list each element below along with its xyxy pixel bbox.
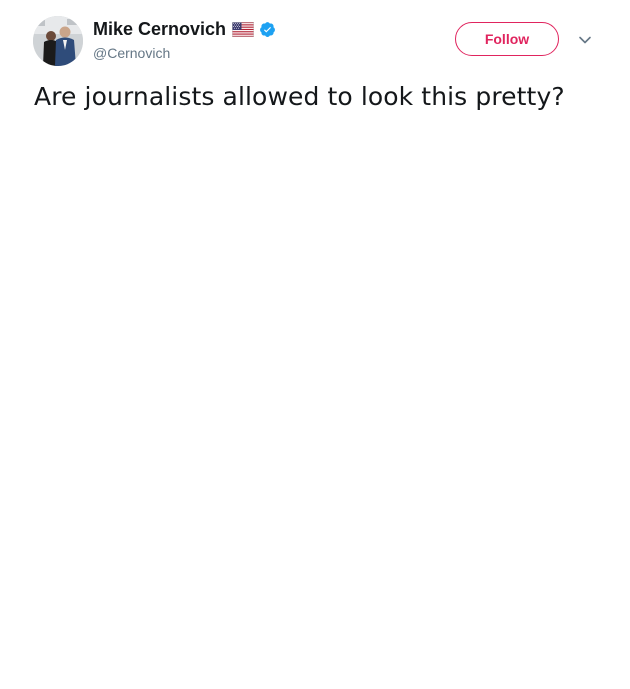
tweet-card: Mike Cernovich @Cernovich Follow Are jou… bbox=[0, 0, 630, 689]
avatar-photo bbox=[33, 16, 83, 66]
follow-button[interactable]: Follow bbox=[455, 22, 559, 56]
avatar[interactable] bbox=[33, 16, 83, 66]
handle[interactable]: @Cernovich bbox=[93, 45, 276, 61]
name-row: Mike Cernovich bbox=[93, 18, 276, 40]
display-name[interactable]: Mike Cernovich bbox=[93, 19, 226, 40]
verified-badge-icon bbox=[259, 21, 276, 38]
us-flag-icon bbox=[232, 21, 255, 37]
chevron-down-icon[interactable] bbox=[578, 33, 592, 45]
tweet-text: Are journalists allowed to look this pre… bbox=[34, 82, 565, 111]
author-names: Mike Cernovich @Cernovich bbox=[93, 18, 276, 64]
tweet-header: Mike Cernovich @Cernovich Follow bbox=[33, 16, 603, 66]
